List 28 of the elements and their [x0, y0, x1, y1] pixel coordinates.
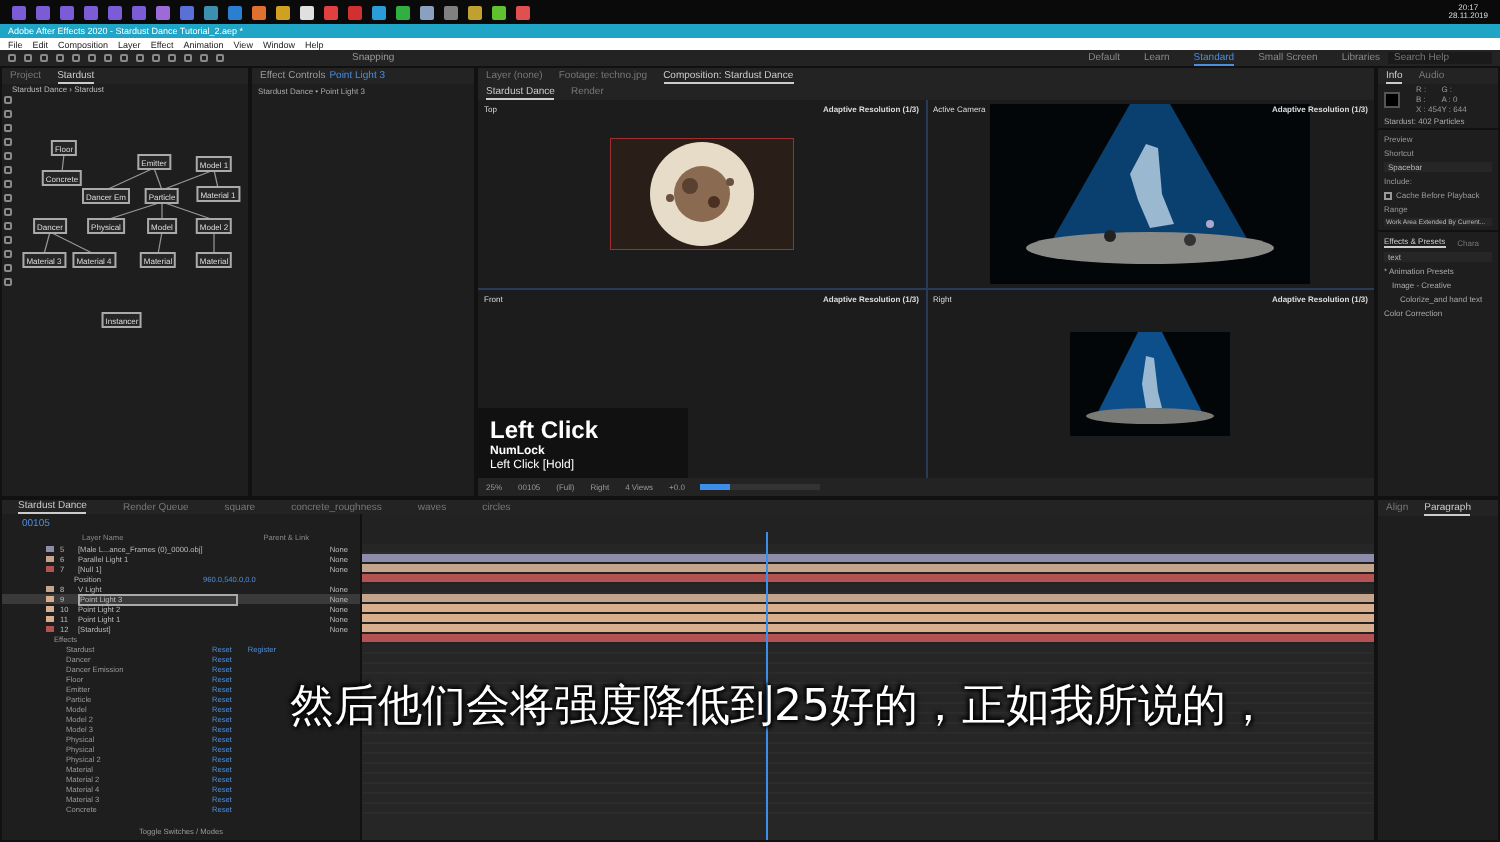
label-swatch[interactable]	[46, 626, 54, 632]
layer-bar[interactable]	[362, 594, 1374, 604]
connector-line	[61, 153, 65, 173]
layer-bar[interactable]	[362, 624, 1374, 634]
app-icon[interactable]	[396, 5, 410, 19]
app-icon[interactable]	[468, 5, 482, 19]
layer-bar[interactable]	[362, 604, 1374, 614]
label-swatch[interactable]	[46, 586, 54, 592]
label-swatch[interactable]	[46, 566, 54, 572]
layer-bar[interactable]	[362, 564, 1374, 574]
label-swatch[interactable]	[46, 546, 54, 552]
label-swatch[interactable]	[46, 606, 54, 612]
label-swatch[interactable]	[46, 616, 54, 622]
app-icon[interactable]	[420, 5, 434, 19]
label-swatch[interactable]	[46, 596, 54, 602]
layer-bar[interactable]	[362, 614, 1374, 624]
layer-bar[interactable]	[362, 554, 1374, 564]
app-icon[interactable]	[492, 5, 506, 19]
connector-line	[157, 231, 163, 255]
color-swatch	[1384, 91, 1400, 107]
app-icon[interactable]	[372, 5, 386, 19]
checkbox[interactable]	[1384, 191, 1392, 199]
label-swatch[interactable]	[46, 556, 54, 562]
app-icon[interactable]	[252, 5, 266, 19]
connector-line	[213, 231, 215, 255]
app-icon[interactable]	[300, 5, 314, 19]
overlay-title: Left Click	[490, 416, 601, 444]
app-icon[interactable]	[276, 5, 290, 19]
